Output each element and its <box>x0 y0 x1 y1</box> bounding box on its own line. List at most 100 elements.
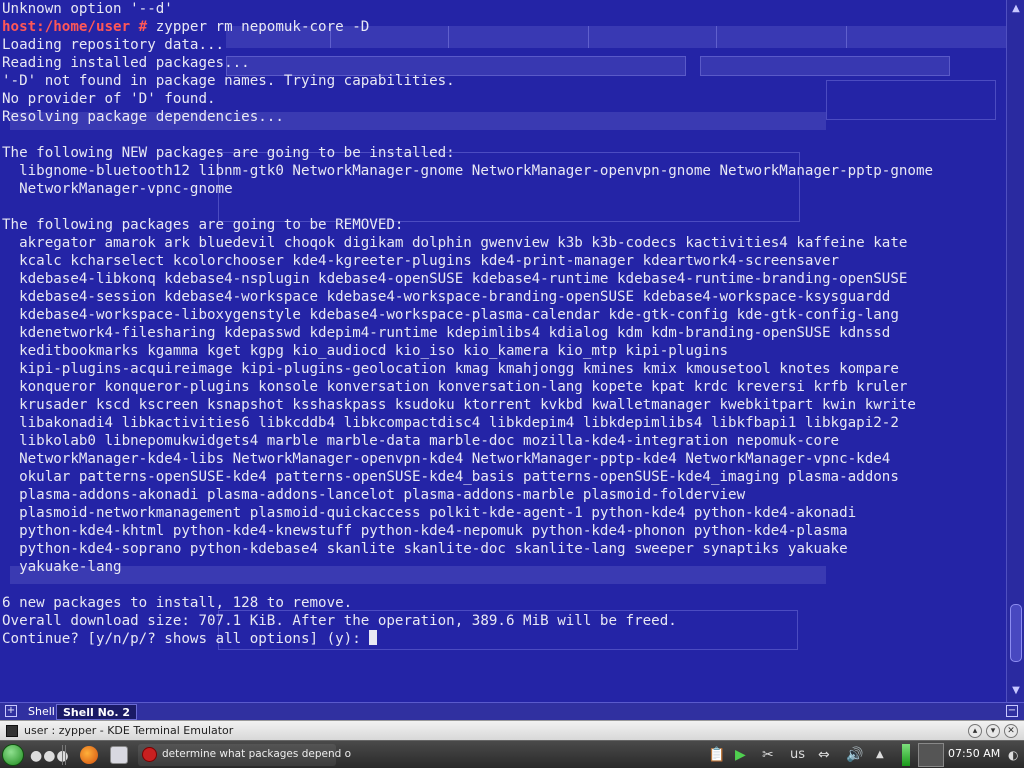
terminal-line-text: NetworkManager-kde4-libs NetworkManager-… <box>2 451 891 467</box>
tray-expand-icon[interactable]: ▲ <box>876 746 884 764</box>
terminal-line-text: python-kde4-khtml python-kde4-knewstuff … <box>2 523 848 539</box>
device-notifier-icon[interactable]: ⇔ <box>818 746 830 764</box>
network-icon[interactable]: ✂ <box>762 746 774 764</box>
opera-icon <box>142 747 157 762</box>
terminal-line: NetworkManager-vpnc-gnome <box>2 180 1002 198</box>
taskbar-task-browser[interactable]: determine what packages depend o <box>138 744 351 766</box>
terminal-line-text: NetworkManager-vpnc-gnome <box>2 181 233 197</box>
terminal-line: python-kde4-soprano python-kdebase4 skan… <box>2 540 1002 558</box>
terminal-line: Unknown option '--d' <box>2 0 1002 18</box>
panel-separator <box>62 745 66 765</box>
konsole-tab[interactable]: Shell No. 2 <box>56 704 138 720</box>
terminal-line-text: plasmoid-networkmanagement plasmoid-quic… <box>2 505 857 521</box>
maximize-icon[interactable]: ▾ <box>986 724 1000 738</box>
terminal-line: host:/home/user # zypper rm nepomuk-core… <box>2 18 1002 36</box>
battery-icon[interactable] <box>902 744 910 766</box>
terminal-line-text: okular patterns-openSUSE-kde4 patterns-o… <box>2 469 899 485</box>
terminal-scrollbar[interactable]: ▲ ▼ <box>1006 0 1024 702</box>
konsole-tab-bar: + Shell Shell No. 2 − <box>0 702 1024 720</box>
terminal-line: 6 new packages to install, 128 to remove… <box>2 594 1002 612</box>
new-tab-icon[interactable]: + <box>5 705 17 717</box>
terminal-line: kdebase4-workspace-liboxygenstyle kdebas… <box>2 306 1002 324</box>
scroll-up-icon[interactable]: ▲ <box>1008 2 1024 16</box>
terminal-line-text: Continue? [y/n/p/? shows all options] (y… <box>2 631 370 647</box>
terminal-line: Overall download size: 707.1 KiB. After … <box>2 612 1002 630</box>
taskbar-panel: ●●● determine what packages depend o 📋 ▶… <box>0 740 1024 768</box>
terminal-line-text: python-kde4-soprano python-kdebase4 skan… <box>2 541 848 557</box>
keyboard-layout[interactable]: us <box>790 746 805 764</box>
terminal-line-text: kcalc kcharselect kcolorchooser kde4-kgr… <box>2 253 840 269</box>
terminal-line-text: Reading installed packages... <box>2 55 250 71</box>
terminal-line-text: yakuake-lang <box>2 559 122 575</box>
minimize-icon[interactable]: ▴ <box>968 724 982 738</box>
terminal-line-text: The following packages are going to be R… <box>2 217 404 233</box>
terminal-line-text: plasma-addons-akonadi plasma-addons-lanc… <box>2 487 746 503</box>
application-launcher-icon[interactable] <box>2 744 24 766</box>
terminal-line-text: zypper rm nepomuk-core -D <box>147 19 370 35</box>
terminal-line: No provider of 'D' found. <box>2 90 1002 108</box>
terminal-line-text: krusader kscd kscreen ksnapshot ksshaskp… <box>2 397 916 413</box>
terminal-line: yakuake-lang <box>2 558 1002 576</box>
terminal-line: The following NEW packages are going to … <box>2 144 1002 162</box>
terminal-line-text: konqueror konqueror-plugins konsole konv… <box>2 379 908 395</box>
shell-prompt: host:/home/user # <box>2 19 148 35</box>
file-manager-icon[interactable] <box>110 746 128 764</box>
terminal-line-text: kdenetwork4-filesharing kdepasswd kdepim… <box>2 325 891 341</box>
terminal-line-text: kipi-plugins-acquireimage kipi-plugins-g… <box>2 361 899 377</box>
close-tab-icon[interactable]: − <box>1006 705 1018 717</box>
terminal-line: '-D' not found in package names. Trying … <box>2 72 1002 90</box>
terminal-line: NetworkManager-kde4-libs NetworkManager-… <box>2 450 1002 468</box>
terminal-app-icon <box>6 725 18 737</box>
terminal-line: kcalc kcharselect kcolorchooser kde4-kgr… <box>2 252 1002 270</box>
terminal-line: okular patterns-openSUSE-kde4 patterns-o… <box>2 468 1002 486</box>
window-title: user : zypper - KDE Terminal Emulator <box>24 724 234 737</box>
terminal-line-text: Overall download size: 707.1 KiB. After … <box>2 613 677 629</box>
terminal-line-text: libakonadi4 libkactivities6 libkcddb4 li… <box>2 415 899 431</box>
terminal-line: Loading repository data... <box>2 36 1002 54</box>
terminal-line: krusader kscd kscreen ksnapshot ksshaskp… <box>2 396 1002 414</box>
terminal-line-text: kdebase4-workspace-liboxygenstyle kdebas… <box>2 307 899 323</box>
scroll-down-icon[interactable]: ▼ <box>1008 684 1024 698</box>
terminal-line: kdebase4-session kdebase4-workspace kdeb… <box>2 288 1002 306</box>
taskbar-task-label: determine what packages depend o <box>162 748 352 760</box>
terminal-line: keditbookmarks kgamma kget kgpg kio_audi… <box>2 342 1002 360</box>
terminal-line-text: No provider of 'D' found. <box>2 91 216 107</box>
scrollbar-thumb[interactable] <box>1010 604 1022 662</box>
firefox-icon[interactable] <box>80 746 98 764</box>
volume-icon[interactable]: 🔊 <box>846 746 863 764</box>
window-titlebar[interactable]: user : zypper - KDE Terminal Emulator ▴ … <box>0 720 1024 740</box>
terminal-line-text: kdebase4-session kdebase4-workspace kdeb… <box>2 289 891 305</box>
terminal-view[interactable]: Unknown option '--d' host:/home/user # zy… <box>0 0 1006 702</box>
terminal-line-text: libkolab0 libnepomukwidgets4 marble marb… <box>2 433 840 449</box>
terminal-line-text: The following NEW packages are going to … <box>2 145 455 161</box>
terminal-output: Unknown option '--d' host:/home/user # zy… <box>2 0 1002 648</box>
terminal-line: akregator amarok ark bluedevil choqok di… <box>2 234 1002 252</box>
terminal-line: libgnome-bluetooth12 libnm-gtk0 NetworkM… <box>2 162 1002 180</box>
close-icon[interactable]: ✕ <box>1004 724 1018 738</box>
pager-desktop[interactable] <box>918 743 944 767</box>
terminal-line-text: akregator amarok ark bluedevil choqok di… <box>2 235 908 251</box>
logout-icon[interactable]: ◐ <box>1008 746 1018 764</box>
terminal-line: kipi-plugins-acquireimage kipi-plugins-g… <box>2 360 1002 378</box>
terminal-line: libkolab0 libnepomukwidgets4 marble marb… <box>2 432 1002 450</box>
terminal-line-text: kdebase4-libkonq kdebase4-nsplugin kdeba… <box>2 271 908 287</box>
terminal-line: python-kde4-khtml python-kde4-knewstuff … <box>2 522 1002 540</box>
terminal-line: plasmoid-networkmanagement plasmoid-quic… <box>2 504 1002 522</box>
clipboard-icon[interactable]: 📋 <box>708 746 725 764</box>
terminal-line: kdebase4-libkonq kdebase4-nsplugin kdeba… <box>2 270 1002 288</box>
terminal-line-text: keditbookmarks kgamma kget kgpg kio_audi… <box>2 343 729 359</box>
terminal-line-text: 6 new packages to install, 128 to remove… <box>2 595 353 611</box>
terminal-line: kdenetwork4-filesharing kdepasswd kdepim… <box>2 324 1002 342</box>
text-cursor <box>369 630 378 645</box>
terminal-line-text: Resolving package dependencies... <box>2 109 284 125</box>
clock[interactable]: 07:50 AM <box>948 747 1000 760</box>
terminal-line-text: Loading repository data... <box>2 37 225 53</box>
terminal-line: libakonadi4 libkactivities6 libkcddb4 li… <box>2 414 1002 432</box>
terminal-line-text: '-D' not found in package names. Trying … <box>2 73 455 89</box>
update-applet-icon[interactable]: ▶ <box>735 746 746 764</box>
terminal-line: Reading installed packages... <box>2 54 1002 72</box>
terminal-line: Continue? [y/n/p/? shows all options] (y… <box>2 630 1002 648</box>
